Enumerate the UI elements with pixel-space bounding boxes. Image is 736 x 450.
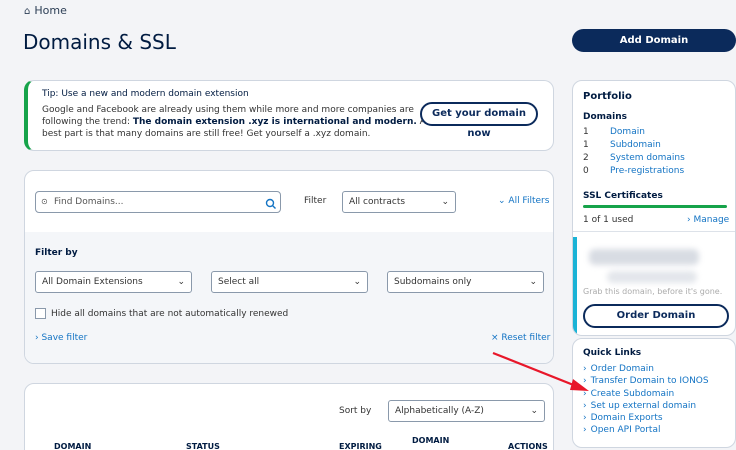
domain-table-card: Sort by Alphabetically (A-Z) ⌄ DOMAIN STA… xyxy=(24,383,554,450)
portfolio-count: 1 xyxy=(583,127,589,137)
get-domain-button[interactable]: Get your domain now xyxy=(420,102,538,139)
search-input[interactable]: ⊙ Find Domains... xyxy=(35,191,281,213)
add-domain-button[interactable]: Add Domain xyxy=(572,29,736,52)
chevron-right-icon: › xyxy=(583,400,587,411)
chevron-right-icon: › xyxy=(583,388,587,399)
quick-link-external-domain[interactable]: › Set up external domain xyxy=(583,400,709,412)
quick-link-order-domain[interactable]: › Order Domain xyxy=(583,363,709,375)
chevron-right-icon: › xyxy=(583,413,587,424)
home-icon: ⌂ xyxy=(24,6,31,17)
tip-line-1: Google and Facebook are already using th… xyxy=(42,105,414,115)
promo-box: Grab this domain, before it's gone. Orde… xyxy=(573,237,735,335)
filter-label: Filter xyxy=(304,196,327,206)
tip-card: Tip: Use a new and modern domain extensi… xyxy=(24,80,554,151)
chevron-right-icon: › xyxy=(583,376,587,387)
column-header-actions[interactable]: ACTIONS xyxy=(508,442,548,450)
tip-title: Tip: Use a new and modern domain extensi… xyxy=(42,89,249,99)
quick-link-label: Domain Exports xyxy=(590,413,663,424)
ssl-progress-bar xyxy=(583,205,727,208)
sort-select-value: Alphabetically (A-Z) xyxy=(395,406,484,416)
ssl-manage-link[interactable]: › Manage xyxy=(687,215,729,225)
sort-by-label: Sort by xyxy=(339,406,372,416)
chevron-down-icon: ⌄ xyxy=(529,277,537,287)
portfolio-title: Portfolio xyxy=(583,91,632,102)
ssl-used: 1 of 1 used xyxy=(583,215,634,225)
breadcrumb[interactable]: ⌂ Home xyxy=(24,4,67,17)
breadcrumb-home[interactable]: Home xyxy=(34,4,66,17)
subdomains-select[interactable]: Subdomains only ⌄ xyxy=(387,271,544,293)
card-divider xyxy=(573,231,735,232)
portfolio-card: Portfolio Domains 1 Domain 1 Subdomain 2… xyxy=(572,80,736,336)
save-filter-label: Save filter xyxy=(41,333,88,343)
quick-link-open-api-portal[interactable]: › Open API Portal xyxy=(583,424,709,436)
column-header-domain[interactable]: DOMAIN xyxy=(54,442,91,450)
chevron-down-icon: ⌄ xyxy=(441,197,449,207)
column-header-status[interactable]: STATUS xyxy=(186,442,220,450)
tip-line-2: following the trend: The domain extensio… xyxy=(42,117,455,127)
chevron-right-icon: › xyxy=(583,364,587,374)
quick-link-domain-exports[interactable]: › Domain Exports xyxy=(583,412,709,424)
portfolio-link-pre-registrations[interactable]: Pre-registrations xyxy=(610,166,684,176)
chevron-down-icon: ⌄ xyxy=(177,277,185,287)
quick-link-label: Set up external domain xyxy=(590,400,697,411)
sort-select[interactable]: Alphabetically (A-Z) ⌄ xyxy=(388,400,545,422)
chevron-right-icon: › xyxy=(583,425,587,436)
all-filters-link[interactable]: ⌄ All Filters xyxy=(498,196,549,206)
all-filters-label: All Filters xyxy=(508,196,550,206)
filter-panel: Filter by All Domain Extensions ⌄ Select … xyxy=(25,232,553,363)
quick-links-card: Quick Links › Order Domain › Transfer Doma… xyxy=(572,338,736,448)
domains-section-title: Domains xyxy=(583,112,627,122)
quick-links-title: Quick Links xyxy=(583,348,642,358)
search-icon[interactable] xyxy=(265,195,277,214)
chevron-down-icon: ⌄ xyxy=(498,196,509,206)
portfolio-link-system-domains[interactable]: System domains xyxy=(610,153,685,163)
close-icon: × xyxy=(491,333,502,343)
portfolio-link-subdomain[interactable]: Subdomain xyxy=(610,140,661,150)
promo-blurred-domain xyxy=(589,249,699,265)
column-header-domain-2[interactable]: DOMAIN xyxy=(412,436,449,445)
portfolio-count: 0 xyxy=(583,166,589,176)
domain-search-card: ⊙ Find Domains... Filter All contracts ⌄ … xyxy=(24,170,554,364)
tip-line-3: best part is that many domains are still… xyxy=(42,129,371,139)
portfolio-link-domain[interactable]: Domain xyxy=(610,127,645,137)
filter-by-title: Filter by xyxy=(35,248,78,258)
subdomains-select-value: Subdomains only xyxy=(394,277,472,287)
hide-not-renewed-checkbox[interactable] xyxy=(35,308,46,319)
extensions-select[interactable]: All Domain Extensions ⌄ xyxy=(35,271,192,293)
hide-not-renewed-label[interactable]: Hide all domains that are not automatica… xyxy=(51,309,288,319)
ssl-title: SSL Certificates xyxy=(583,191,663,201)
tip-line-2-bold: The domain extension .xyz is internation… xyxy=(132,117,417,127)
ssl-manage-label: Manage xyxy=(693,215,730,225)
chevron-down-icon: ⌄ xyxy=(353,277,361,287)
search-placeholder: Find Domains... xyxy=(54,197,124,207)
promo-text: Grab this domain, before it's gone. xyxy=(583,287,723,296)
promo-blurred-price xyxy=(607,271,697,283)
search-prefix-icon: ⊙ xyxy=(41,197,48,206)
order-domain-button[interactable]: Order Domain xyxy=(583,304,729,328)
quick-link-transfer-domain[interactable]: › Transfer Domain to IONOS xyxy=(583,375,709,387)
page-title: Domains & SSL xyxy=(23,30,176,54)
portfolio-count: 1 xyxy=(583,140,589,150)
quick-link-label: Order Domain xyxy=(590,364,654,374)
quick-link-create-subdomain[interactable]: › Create Subdomain xyxy=(583,388,709,400)
quick-link-label: Open API Portal xyxy=(590,425,661,436)
reset-filter-label: Reset filter xyxy=(501,333,551,343)
status-select[interactable]: Select all ⌄ xyxy=(211,271,368,293)
extensions-select-value: All Domain Extensions xyxy=(42,277,143,287)
quick-links-list: › Order Domain › Transfer Domain to IONOS … xyxy=(583,363,709,437)
quick-link-label: Create Subdomain xyxy=(590,388,675,399)
status-select-value: Select all xyxy=(218,277,260,287)
reset-filter-link[interactable]: × Reset filter xyxy=(491,333,550,343)
portfolio-count: 2 xyxy=(583,153,589,163)
contract-select[interactable]: All contracts ⌄ xyxy=(342,191,456,213)
quick-link-label: Transfer Domain to IONOS xyxy=(590,376,709,387)
column-header-expiring[interactable]: EXPIRING xyxy=(339,442,382,450)
contract-select-value: All contracts xyxy=(349,197,406,207)
chevron-down-icon: ⌄ xyxy=(530,406,538,416)
save-filter-link[interactable]: › Save filter xyxy=(35,333,87,343)
tip-line-2-prefix: following the trend: xyxy=(42,117,133,127)
